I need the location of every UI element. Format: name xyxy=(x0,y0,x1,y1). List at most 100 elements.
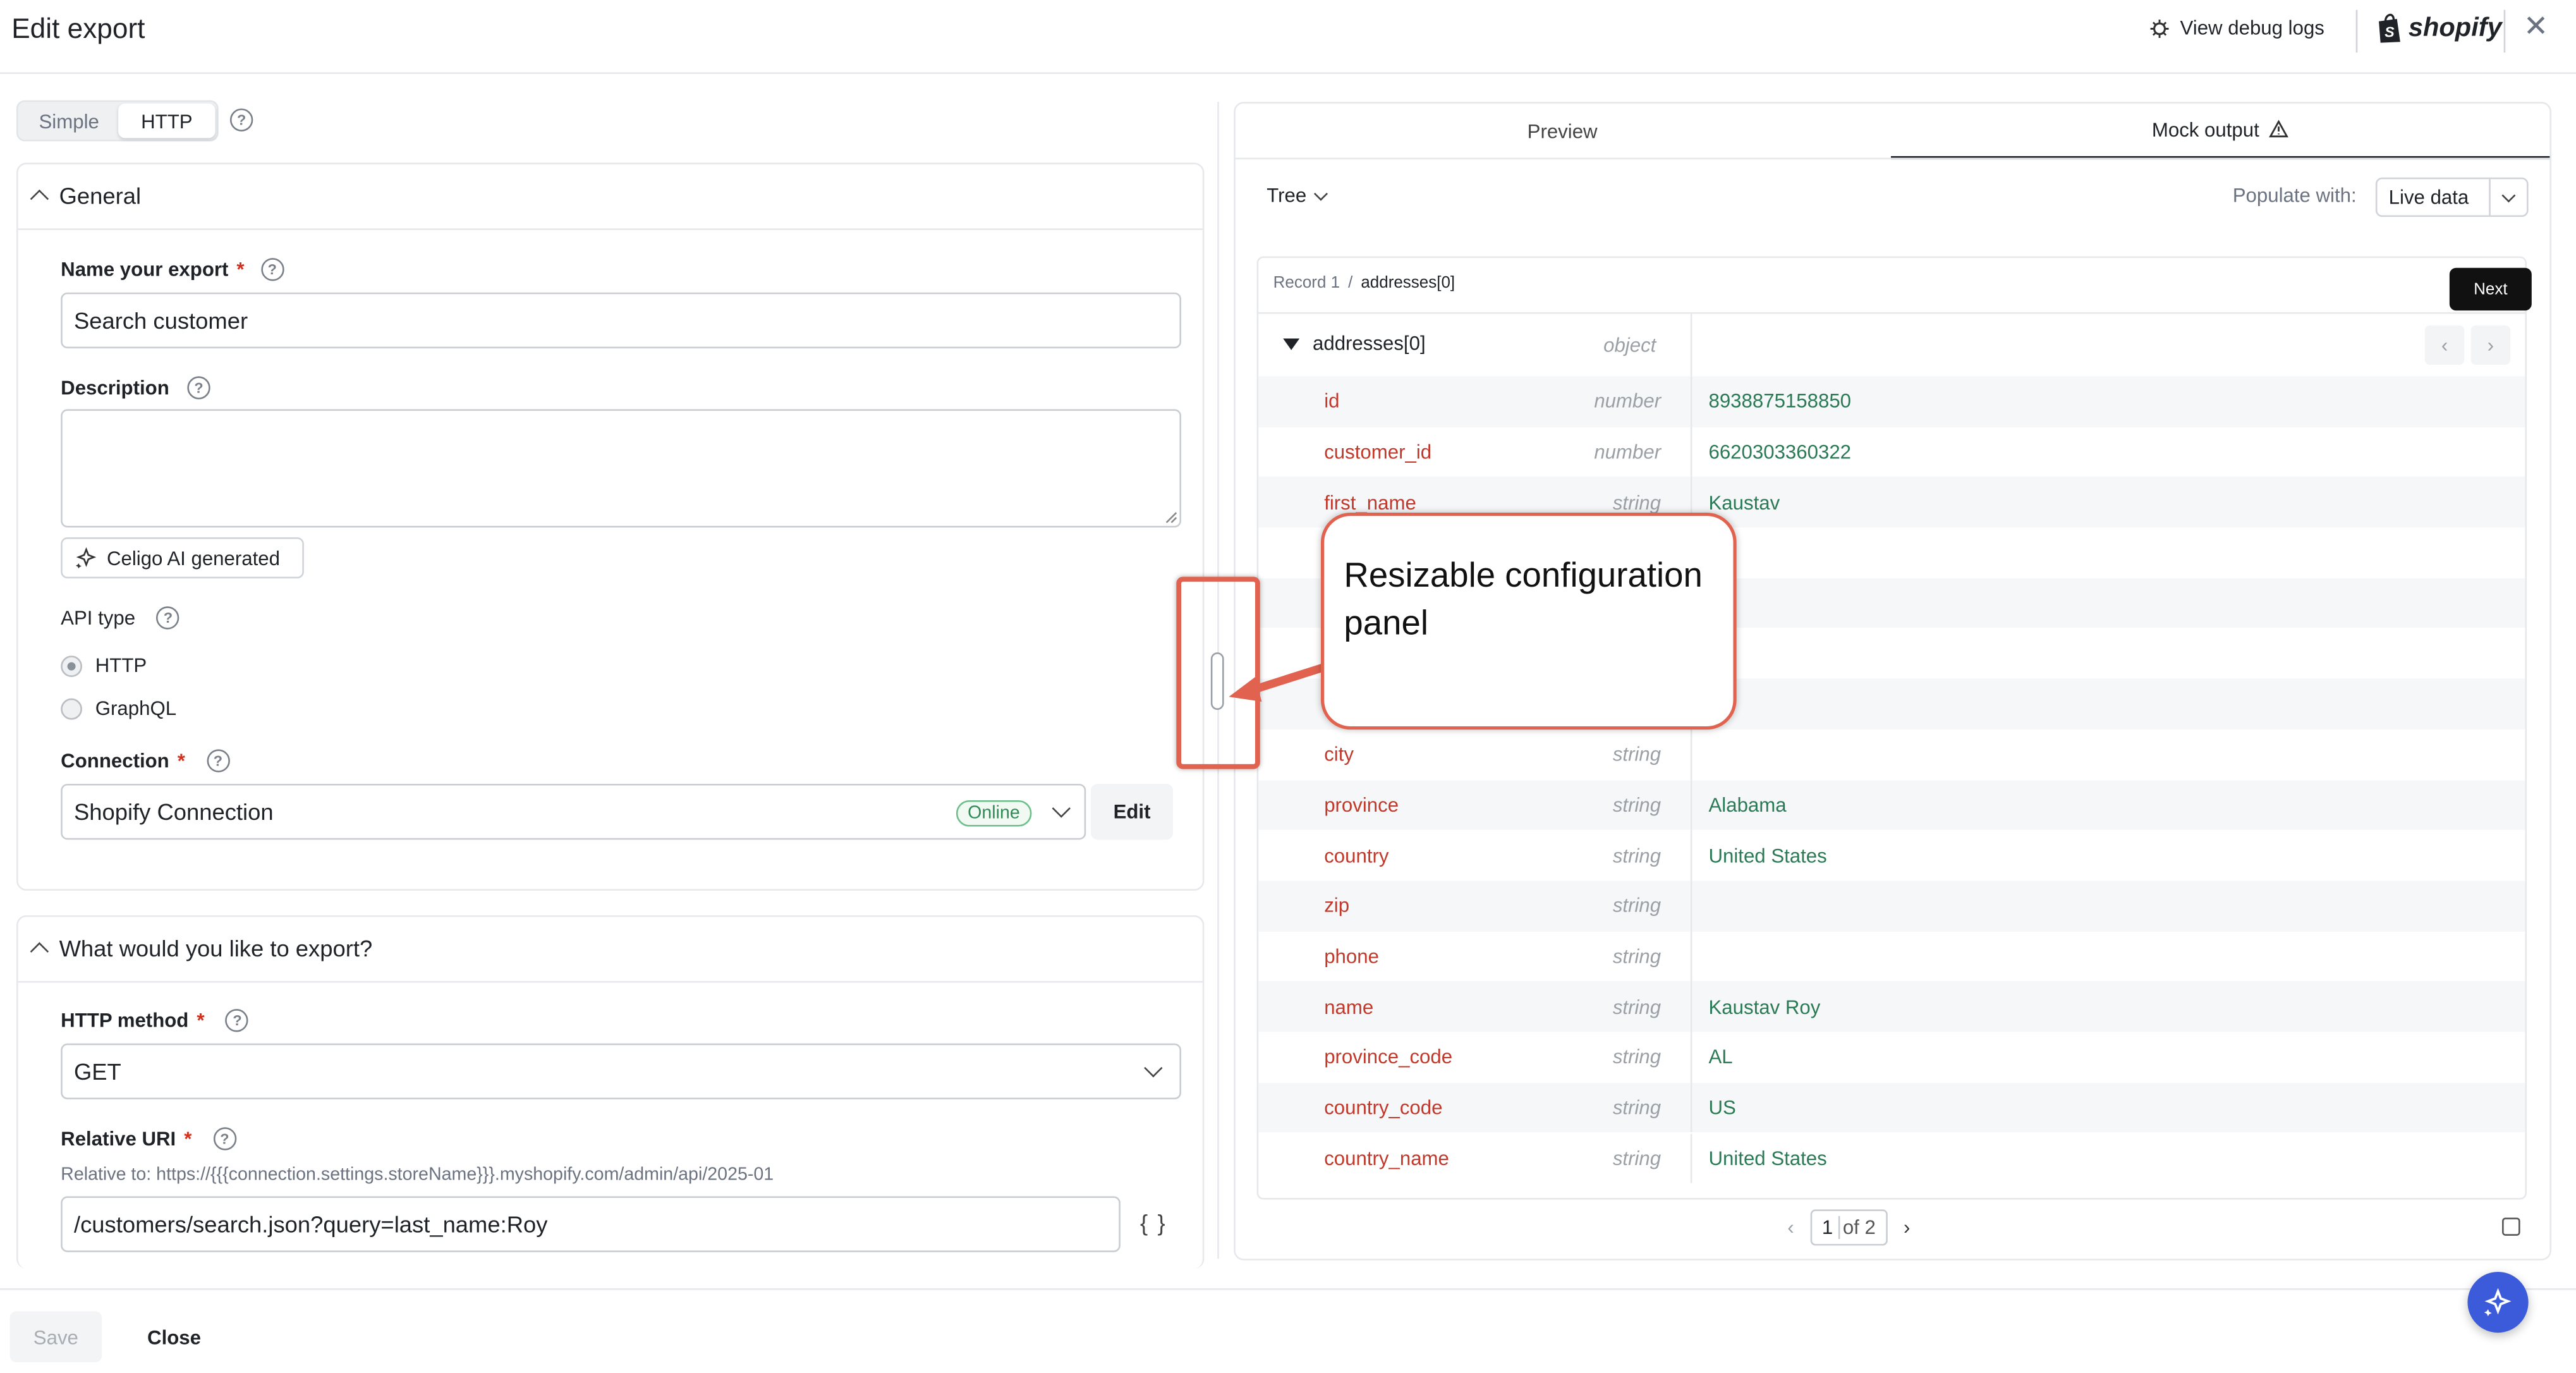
export-heading: What would you like to export? xyxy=(59,935,373,961)
footer-divider xyxy=(0,1288,2576,1290)
help-icon[interactable]: ? xyxy=(226,1009,249,1032)
export-section-header[interactable]: What would you like to export? xyxy=(30,935,373,961)
help-icon[interactable]: ? xyxy=(156,606,180,630)
tree-row-type: number xyxy=(1594,440,1662,464)
close-icon[interactable]: ✕ xyxy=(2524,10,2548,45)
http-method-select[interactable]: GET xyxy=(61,1043,1182,1100)
general-section-header[interactable]: General xyxy=(30,182,142,209)
mode-simple-tab[interactable]: Simple xyxy=(20,104,118,138)
caret-down-icon[interactable] xyxy=(1283,338,1300,350)
tree-row-key: country_code xyxy=(1324,1096,1443,1120)
connection-select[interactable]: Shopify Connection Online xyxy=(61,783,1086,840)
tree-row[interactable]: country string United States xyxy=(1258,830,2525,881)
chevron-left-icon[interactable]: ‹ xyxy=(1787,1216,1794,1239)
tree-row[interactable]: id number 8938875158850 xyxy=(1258,376,2525,427)
tree-row-value: 6620303360322 xyxy=(1708,440,1852,464)
header-divider-line xyxy=(0,72,2576,74)
tree-row-type: string xyxy=(1612,491,1662,514)
tree-row[interactable]: province_code string AL xyxy=(1258,1032,2525,1083)
tree-row[interactable]: zip string xyxy=(1258,881,2525,932)
mode-http-tab[interactable]: HTTP xyxy=(118,103,216,138)
radio-unselected-icon[interactable] xyxy=(61,697,82,719)
chevron-up-icon xyxy=(30,189,49,209)
column-divider xyxy=(1690,427,1692,477)
chevron-down-icon[interactable] xyxy=(1144,1058,1163,1078)
chevron-down-icon[interactable] xyxy=(1052,799,1071,818)
breadcrumb: Record 1 / addresses[0] xyxy=(1273,274,1455,293)
tree-row[interactable]: city string xyxy=(1258,729,2525,780)
name-label-text: Name your export xyxy=(61,258,229,281)
page-current[interactable]: 1 xyxy=(1821,1216,1840,1240)
tab-mock-output[interactable]: Mock output xyxy=(1891,102,2550,160)
sparkle-icon xyxy=(2484,1288,2512,1317)
help-icon[interactable]: ? xyxy=(187,376,210,400)
section-divider xyxy=(16,980,1205,983)
column-divider xyxy=(1690,779,1692,831)
tree-row-type: string xyxy=(1612,995,1662,1018)
relative-uri-input[interactable]: /customers/search.json?query=last_name:R… xyxy=(61,1196,1121,1252)
help-icon[interactable]: ? xyxy=(213,1127,236,1150)
api-option-http-label: HTTP xyxy=(95,654,147,677)
tree-row-key: phone xyxy=(1324,944,1379,968)
tree-row-value: United States xyxy=(1708,844,1827,867)
view-mode-dropdown[interactable]: Tree xyxy=(1267,184,1328,207)
tree-row-value: United States xyxy=(1708,1147,1827,1170)
help-icon[interactable]: ? xyxy=(260,258,284,281)
handlebars-editor-icon[interactable]: { } xyxy=(1140,1209,1167,1236)
relative-uri-hint: Relative to: https://{{{connection.setti… xyxy=(61,1165,774,1185)
tree-row-key: customer_id xyxy=(1324,440,1432,464)
tree-root-key: addresses[0] xyxy=(1313,332,1426,355)
previous-record-button[interactable]: ‹ xyxy=(2424,325,2465,365)
tree-row[interactable]: phone string xyxy=(1258,931,2525,982)
column-divider xyxy=(1690,981,1692,1032)
column-divider xyxy=(1690,1133,1692,1184)
section-divider xyxy=(16,228,1205,230)
description-textarea[interactable] xyxy=(61,409,1182,528)
populate-select[interactable]: Live data xyxy=(2375,177,2529,217)
annotation-arrow-icon xyxy=(1229,662,1328,702)
tree-row-type: string xyxy=(1612,844,1662,867)
view-mode-value: Tree xyxy=(1267,184,1307,207)
tree-row[interactable]: province string Alabama xyxy=(1258,779,2525,831)
tree-row[interactable]: customer_id number 6620303360322 xyxy=(1258,427,2525,477)
help-icon[interactable]: ? xyxy=(229,108,253,131)
close-button[interactable]: Close xyxy=(138,1311,210,1362)
tree-root-node[interactable]: addresses[0] xyxy=(1283,332,1426,355)
tree-row-type: string xyxy=(1612,793,1662,817)
general-heading: General xyxy=(59,182,142,209)
tree-row-key: name xyxy=(1324,995,1374,1018)
api-option-graphql[interactable]: GraphQL xyxy=(61,697,176,720)
radio-selected-icon[interactable] xyxy=(61,654,82,676)
ai-assistant-button[interactable] xyxy=(2467,1272,2529,1333)
chevron-down-icon[interactable] xyxy=(2489,179,2527,216)
help-icon[interactable]: ? xyxy=(206,749,230,772)
http-method-label: HTTP method * ? xyxy=(61,1009,249,1032)
tree-row-key: zip xyxy=(1324,894,1350,918)
chevron-right-icon[interactable]: › xyxy=(1904,1216,1910,1239)
resize-grip-icon[interactable] xyxy=(1165,511,1178,524)
celigo-ai-button[interactable]: Celigo AI generated xyxy=(61,537,304,579)
tree-row-type: string xyxy=(1612,1147,1662,1170)
copy-icon[interactable] xyxy=(2502,1217,2520,1236)
tab-preview[interactable]: Preview xyxy=(1234,102,1891,159)
chevron-right-icon: › xyxy=(2487,333,2494,357)
next-tooltip: Next xyxy=(2449,267,2532,311)
tree-row-key: province_code xyxy=(1324,1046,1453,1069)
view-debug-logs-button[interactable]: View debug logs xyxy=(2149,16,2324,39)
tree-row-value: Alabama xyxy=(1708,793,1787,817)
name-input[interactable]: Search customer xyxy=(61,292,1182,349)
bug-icon xyxy=(2149,17,2170,39)
breadcrumb-record[interactable]: Record 1 xyxy=(1273,274,1340,293)
column-divider xyxy=(1690,376,1692,427)
tree-row[interactable]: country_name string United States xyxy=(1258,1133,2525,1184)
status-badge: Online xyxy=(956,800,1031,827)
api-option-http[interactable]: HTTP xyxy=(61,654,147,677)
tree-row[interactable]: name string Kaustav Roy xyxy=(1258,981,2525,1032)
tree-row-value: Kaustav xyxy=(1708,491,1780,514)
breadcrumb-current: addresses[0] xyxy=(1361,274,1455,293)
next-record-button[interactable]: › xyxy=(2470,325,2511,365)
save-button[interactable]: Save xyxy=(9,1311,102,1362)
edit-connection-button[interactable]: Edit xyxy=(1091,783,1174,840)
tree-row[interactable]: country_code string US xyxy=(1258,1082,2525,1133)
page-indicator[interactable]: 1 of 2 xyxy=(1810,1209,1888,1246)
